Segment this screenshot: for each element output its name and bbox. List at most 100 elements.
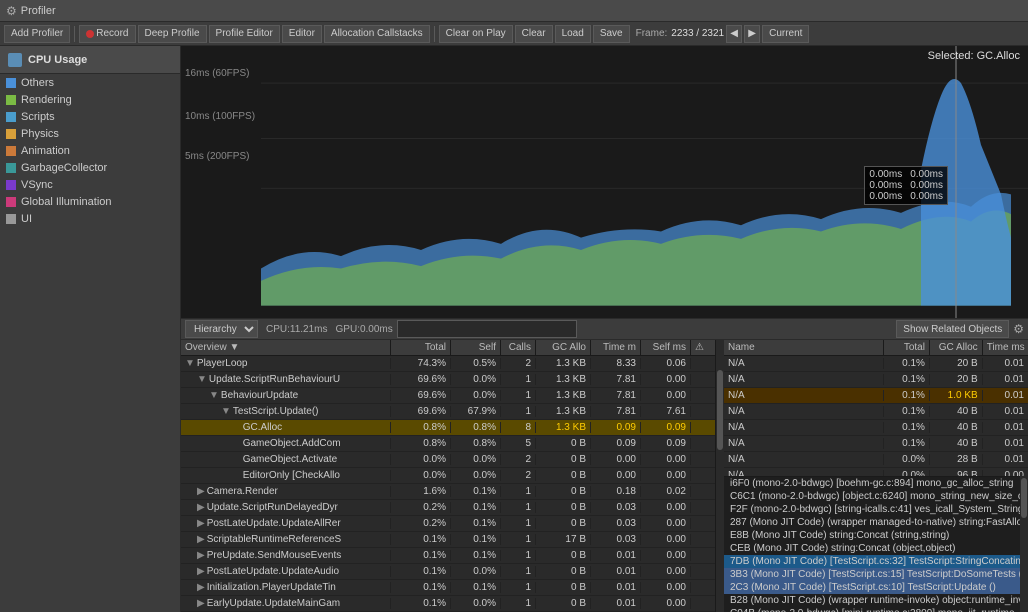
table-row[interactable]: ▶GC.Alloc 0.8% 0.8% 8 1.3 KB 0.09 0.09 bbox=[181, 420, 715, 436]
td-calls-1: 1 bbox=[501, 374, 536, 385]
right-table-row[interactable]: N/A 0.1% 40 B 0.01 bbox=[724, 420, 1028, 436]
callstack-item[interactable]: B28 (Mono JIT Code) (wrapper runtime-inv… bbox=[724, 594, 1020, 607]
record-button[interactable]: Record bbox=[79, 25, 135, 43]
table-row[interactable]: ▶Camera.Render 1.6% 0.1% 1 0 B 0.18 0.02 bbox=[181, 484, 715, 500]
clear-button[interactable]: Clear bbox=[515, 25, 553, 43]
th-overview[interactable]: Overview ▼ bbox=[181, 340, 391, 355]
th-timems[interactable]: Time m bbox=[591, 340, 641, 355]
th-selfms[interactable]: Self ms bbox=[641, 340, 691, 355]
load-button[interactable]: Load bbox=[555, 25, 591, 43]
callstack-item[interactable]: 7DB (Mono JIT Code) [TestScript.cs:32] T… bbox=[724, 555, 1020, 568]
profiler-item-scripts[interactable]: Scripts bbox=[0, 108, 180, 125]
scrollbar-thumb[interactable] bbox=[717, 370, 723, 450]
deep-profile-button[interactable]: Deep Profile bbox=[138, 25, 207, 43]
td-calls-10: 1 bbox=[501, 518, 536, 529]
clear-on-play-button[interactable]: Clear on Play bbox=[439, 25, 513, 43]
right-table-row[interactable]: N/A 0.1% 40 B 0.01 bbox=[724, 436, 1028, 452]
next-frame-button[interactable]: ▶ bbox=[744, 25, 760, 43]
table-row[interactable]: ▶GameObject.AddCom 0.8% 0.8% 5 0 B 0.09 … bbox=[181, 436, 715, 452]
table-row[interactable]: ▶PreUpdate.SendMouseEvents 0.1% 0.1% 1 0… bbox=[181, 548, 715, 564]
right-panel-thumb[interactable] bbox=[1021, 478, 1027, 518]
profiler-item-garbageCollector[interactable]: GarbageCollector bbox=[0, 159, 180, 176]
table-row[interactable]: ▶EarlyUpdate.UpdateMainGam 0.1% 0.0% 1 0… bbox=[181, 596, 715, 612]
profiler-item-ui[interactable]: UI bbox=[0, 210, 180, 227]
right-table-row[interactable]: N/A 0.0% 96 B 0.00 bbox=[724, 468, 1028, 476]
rtd-timems-4: 0.01 bbox=[983, 422, 1028, 433]
callstack-item[interactable]: C04B (mono-2.0-bdwgc) [mini-runtime.c:28… bbox=[724, 607, 1020, 612]
callstack-item[interactable]: 287 (Mono JIT Code) (wrapper managed-to-… bbox=[724, 516, 1020, 529]
td-timems-5: 0.09 bbox=[591, 438, 641, 449]
callstack-item[interactable]: CEB (Mono JIT Code) string:Concat (objec… bbox=[724, 542, 1020, 555]
table-row[interactable]: ▶PostLateUpdate.UpdateAudio 0.1% 0.0% 1 … bbox=[181, 564, 715, 580]
chart-area[interactable]: Selected: GC.Alloc 16ms (60FPS) 10ms (10… bbox=[181, 46, 1028, 318]
add-profiler-button[interactable]: Add Profiler bbox=[4, 25, 70, 43]
callstack-item[interactable]: E8B (Mono JIT Code) string:Concat (strin… bbox=[724, 529, 1020, 542]
callstack-item[interactable]: F2F (mono-2.0-bdwgc) [string-icalls.c:41… bbox=[724, 503, 1020, 516]
settings-gear-icon[interactable]: ⚙ bbox=[1013, 322, 1024, 336]
th-rgcalloc[interactable]: GC Alloc bbox=[930, 340, 983, 355]
allocation-callstacks-button[interactable]: Allocation Callstacks bbox=[324, 25, 430, 43]
callstack-item[interactable]: 2C3 (Mono JIT Code) [TestScript.cs:10] T… bbox=[724, 581, 1020, 594]
td-gcalloc-0: 1.3 KB bbox=[536, 358, 591, 369]
search-input[interactable] bbox=[397, 320, 577, 338]
th-gcalloc[interactable]: GC Allo bbox=[536, 340, 591, 355]
profiler-item-physics[interactable]: Physics bbox=[0, 125, 180, 142]
profiler-item-vsync[interactable]: VSync bbox=[0, 176, 180, 193]
th-total[interactable]: Total bbox=[391, 340, 451, 355]
right-table-row[interactable]: N/A 0.1% 1.0 KB 0.01 bbox=[724, 388, 1028, 404]
table-row[interactable]: ▶ScriptableRuntimeReferenceS 0.1% 0.1% 1… bbox=[181, 532, 715, 548]
profiler-item-globalIllumination[interactable]: Global Illumination bbox=[0, 193, 180, 210]
rtd-timems-6: 0.01 bbox=[983, 454, 1028, 465]
th-name[interactable]: Name bbox=[724, 340, 884, 355]
td-calls-3: 1 bbox=[501, 406, 536, 417]
rtd-total-3: 0.1% bbox=[884, 406, 930, 417]
th-rtotal[interactable]: Total bbox=[884, 340, 930, 355]
table-row[interactable]: ▶Initialization.PlayerUpdateTin 0.1% 0.1… bbox=[181, 580, 715, 596]
right-table-row[interactable]: N/A 0.1% 20 B 0.01 bbox=[724, 372, 1028, 388]
item-color-ui bbox=[6, 214, 16, 224]
show-related-button[interactable]: Show Related Objects bbox=[896, 320, 1009, 338]
td-gcalloc-3: 1.3 KB bbox=[536, 406, 591, 417]
td-calls-5: 5 bbox=[501, 438, 536, 449]
frame-value: 2233 / 2321 bbox=[671, 28, 724, 39]
td-selfms-5: 0.09 bbox=[641, 438, 691, 449]
table-row[interactable]: ▼PlayerLoop 74.3% 0.5% 2 1.3 KB 8.33 0.0… bbox=[181, 356, 715, 372]
right-panel-scrollbar[interactable] bbox=[1020, 476, 1028, 612]
save-button[interactable]: Save bbox=[593, 25, 630, 43]
td-total-4: 0.8% bbox=[391, 422, 451, 433]
profiler-item-others[interactable]: Others bbox=[0, 74, 180, 91]
table-row[interactable]: ▼BehaviourUpdate 69.6% 0.0% 1 1.3 KB 7.8… bbox=[181, 388, 715, 404]
profiler-item-animation[interactable]: Animation bbox=[0, 142, 180, 159]
table-row[interactable]: ▶GameObject.Activate 0.0% 0.0% 2 0 B 0.0… bbox=[181, 452, 715, 468]
hierarchy-dropdown[interactable]: Hierarchy bbox=[185, 320, 258, 338]
td-gcalloc-5: 0 B bbox=[536, 438, 591, 449]
callstack-item[interactable]: i6F0 (mono-2.0-bdwgc) [boehm-gc.c:894] m… bbox=[724, 477, 1020, 490]
rtd-name-0: N/A bbox=[724, 358, 884, 369]
profile-editor-button[interactable]: Profile Editor bbox=[209, 25, 280, 43]
separator-1 bbox=[74, 26, 75, 42]
rtd-name-4: N/A bbox=[724, 422, 884, 433]
th-rtimems[interactable]: Time ms ▼ bbox=[983, 340, 1028, 355]
prev-frame-button[interactable]: ◀ bbox=[726, 25, 742, 43]
table-row[interactable]: ▼TestScript.Update() 69.6% 67.9% 1 1.3 K… bbox=[181, 404, 715, 420]
table-row[interactable]: ▶EditorOnly [CheckAllo 0.0% 0.0% 2 0 B 0… bbox=[181, 468, 715, 484]
callstack-item[interactable]: 3B3 (Mono JIT Code) [TestScript.cs:15] T… bbox=[724, 568, 1020, 581]
editor-button[interactable]: Editor bbox=[282, 25, 322, 43]
td-overview-6: ▶GameObject.Activate bbox=[181, 454, 391, 465]
td-timems-13: 0.01 bbox=[591, 566, 641, 577]
table-row[interactable]: ▼Update.ScriptRunBehaviourU 69.6% 0.0% 1… bbox=[181, 372, 715, 388]
th-self[interactable]: Self bbox=[451, 340, 501, 355]
rtd-gcalloc-5: 40 B bbox=[930, 438, 983, 449]
td-calls-15: 1 bbox=[501, 598, 536, 609]
table-row[interactable]: ▶Update.ScriptRunDelayedDyr 0.2% 0.1% 1 … bbox=[181, 500, 715, 516]
right-table-row[interactable]: N/A 0.1% 20 B 0.01 bbox=[724, 356, 1028, 372]
profiler-item-rendering[interactable]: Rendering bbox=[0, 91, 180, 108]
table-row[interactable]: ▶PostLateUpdate.UpdateAllRer 0.2% 0.1% 1… bbox=[181, 516, 715, 532]
right-table-row[interactable]: N/A 0.0% 28 B 0.01 bbox=[724, 452, 1028, 468]
left-panel: CPU Usage OthersRenderingScriptsPhysicsA… bbox=[0, 46, 181, 612]
right-table-row[interactable]: N/A 0.1% 40 B 0.01 bbox=[724, 404, 1028, 420]
current-button[interactable]: Current bbox=[762, 25, 809, 43]
th-calls[interactable]: Calls bbox=[501, 340, 536, 355]
left-table-scrollbar[interactable] bbox=[716, 340, 724, 612]
callstack-item[interactable]: C6C1 (mono-2.0-bdwgc) [object.c:6240] mo… bbox=[724, 490, 1020, 503]
